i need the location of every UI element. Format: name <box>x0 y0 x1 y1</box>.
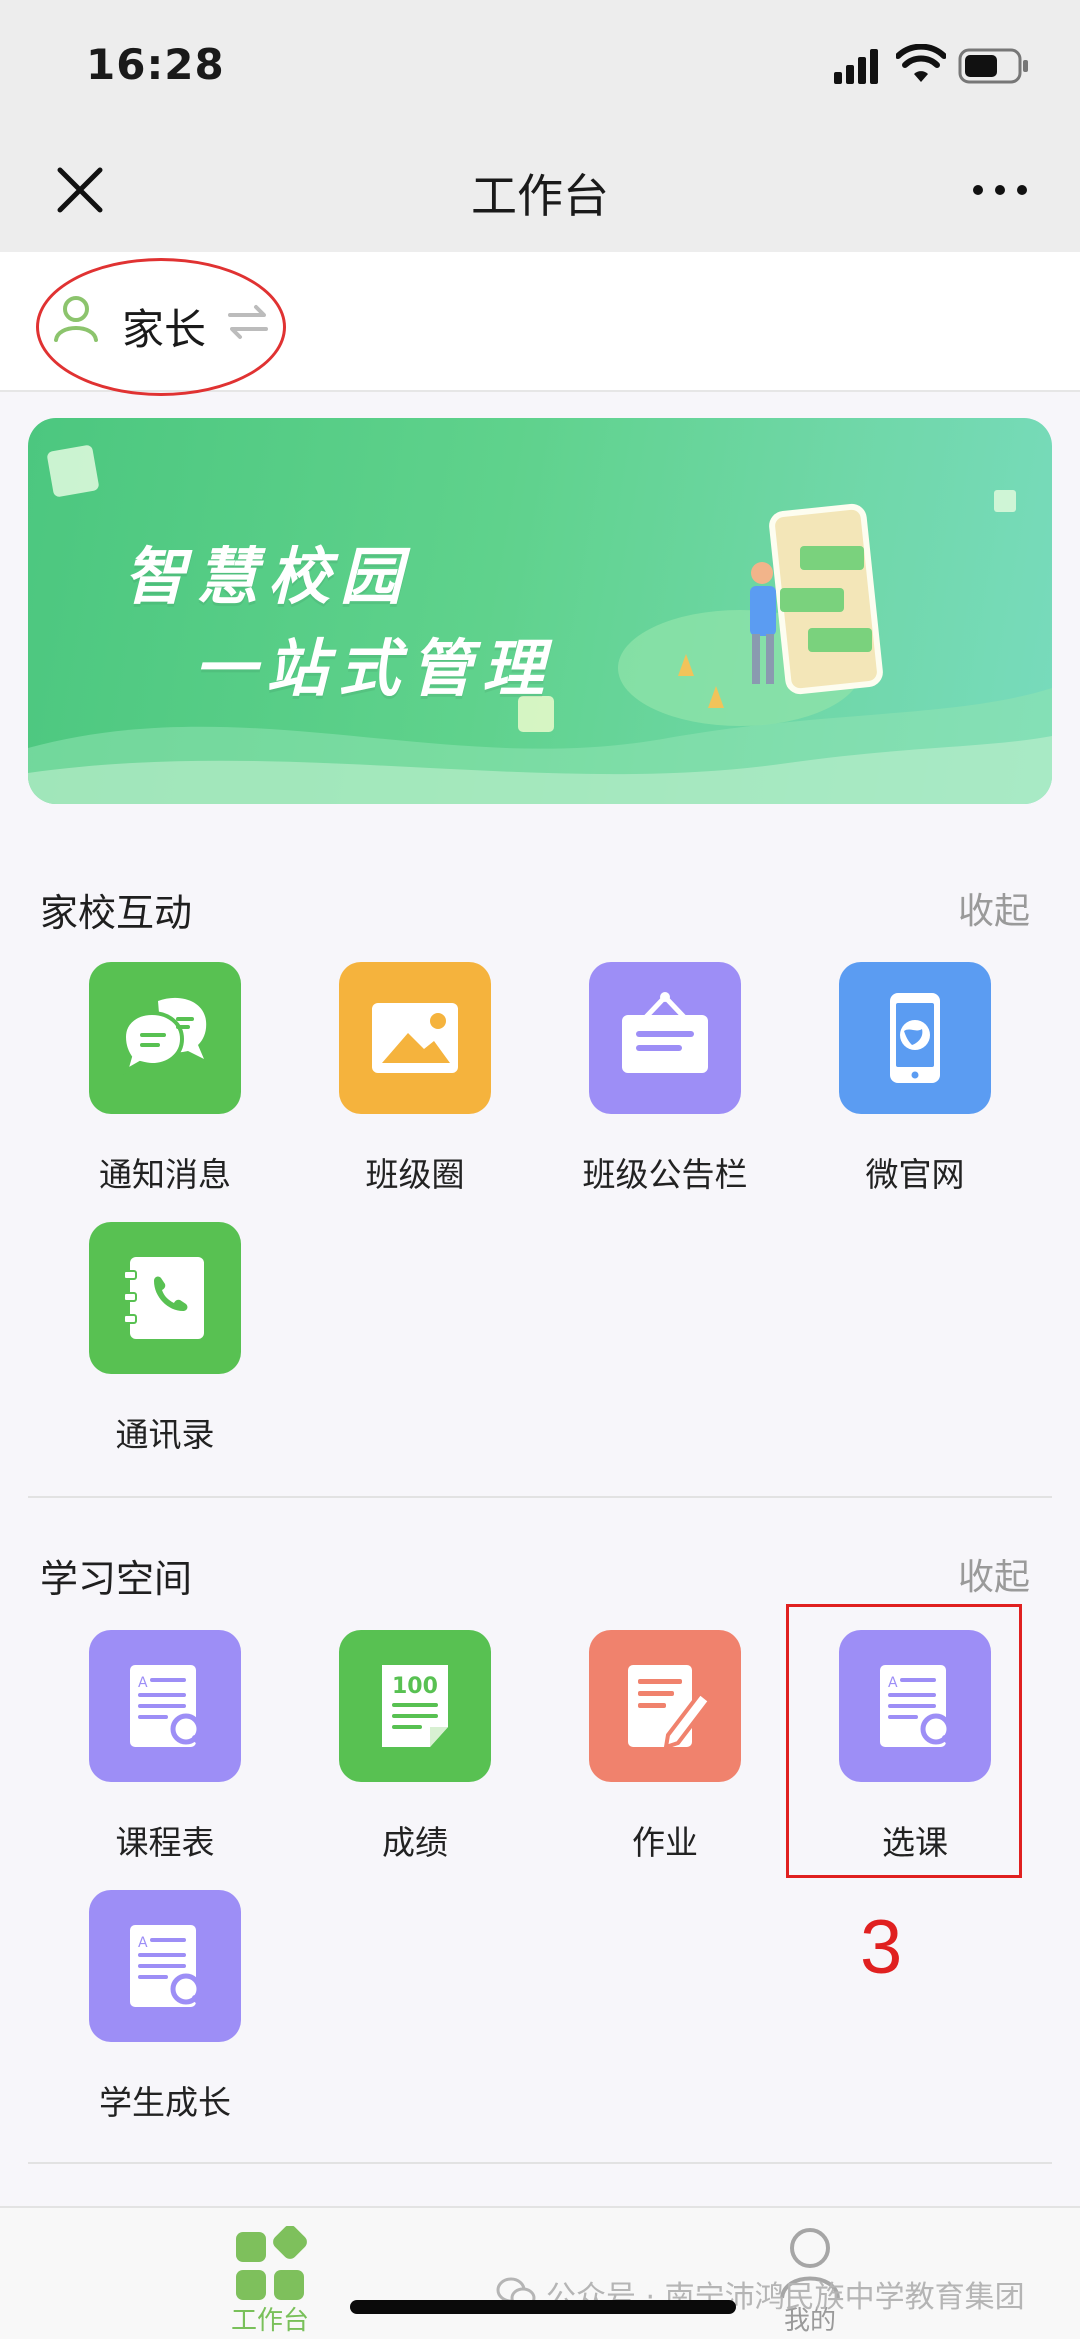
battery-icon <box>958 48 1028 84</box>
highlight-box-annotation <box>786 1604 1022 1878</box>
section-divider <box>28 1496 1052 1498</box>
section-title-home-school: 家校互动 <box>40 891 193 935</box>
app-tile-contacts[interactable]: 通讯录 <box>40 1222 290 1454</box>
app-tile-class-circle[interactable]: 班级圈 <box>290 962 540 1194</box>
collapse-button[interactable]: 收起 <box>958 1548 1030 1600</box>
home-indicator <box>350 2300 736 2314</box>
banner[interactable]: 智慧校园 一站式管理 <box>28 418 1052 804</box>
app-label: 学生成长 <box>99 2083 231 2122</box>
section-title-learning-space: 学习空间 <box>40 1557 193 1601</box>
app-label: 班级公告栏 <box>582 1155 748 1194</box>
app-tile-scores[interactable]: 100 成绩 <box>290 1630 540 1862</box>
collapse-button[interactable]: 收起 <box>958 882 1030 934</box>
status-time: 16:28 <box>86 40 225 89</box>
edit-document-icon <box>589 1630 741 1782</box>
document-search-icon: A <box>89 1630 241 1782</box>
tab-label-workbench[interactable]: 工作台 <box>220 2300 320 2337</box>
step-number-annotation: 3 <box>860 1905 903 1990</box>
more-icon[interactable] <box>970 168 1030 212</box>
app-label: 作业 <box>632 1823 698 1862</box>
svg-text:A: A <box>138 1675 148 1691</box>
app-tile-timetable[interactable]: A 课程表 <box>40 1630 290 1862</box>
image-icon <box>339 962 491 1114</box>
app-tile-notice-board[interactable]: 班级公告栏 <box>540 962 790 1194</box>
grid-icon <box>236 2226 307 2300</box>
phone-globe-icon <box>839 962 991 1114</box>
banner-subheadline: 一站式管理 <box>194 632 555 705</box>
document-search-icon: A <box>89 1890 241 2042</box>
section-divider <box>28 2162 1052 2164</box>
app-tile-notifications[interactable]: 通知消息 <box>40 962 290 1194</box>
app-tile-micro-site[interactable]: 微官网 <box>790 962 1040 1194</box>
app-tile-student-growth[interactable]: A 学生成长 <box>40 1890 290 2122</box>
notice-board-icon <box>589 962 741 1114</box>
app-label: 微官网 <box>865 1155 965 1194</box>
score-icon-text: 100 <box>392 1674 438 1699</box>
wifi-icon <box>896 44 946 82</box>
banner-headline: 智慧校园 <box>124 540 413 613</box>
app-label: 通知消息 <box>99 1155 231 1194</box>
score-100-icon: 100 <box>339 1630 491 1782</box>
app-label: 通讯录 <box>115 1415 215 1454</box>
svg-text:A: A <box>138 1935 148 1951</box>
app-label: 班级圈 <box>365 1155 465 1194</box>
contacts-phone-icon <box>89 1222 241 1374</box>
page-title: 工作台 <box>471 169 609 223</box>
chat-bubbles-icon <box>89 962 241 1114</box>
app-label: 课程表 <box>115 1823 215 1862</box>
signal-icon <box>834 49 878 84</box>
role-highlight-annotation <box>36 258 286 396</box>
app-label: 成绩 <box>382 1823 448 1862</box>
app-tile-homework[interactable]: 作业 <box>540 1630 790 1862</box>
